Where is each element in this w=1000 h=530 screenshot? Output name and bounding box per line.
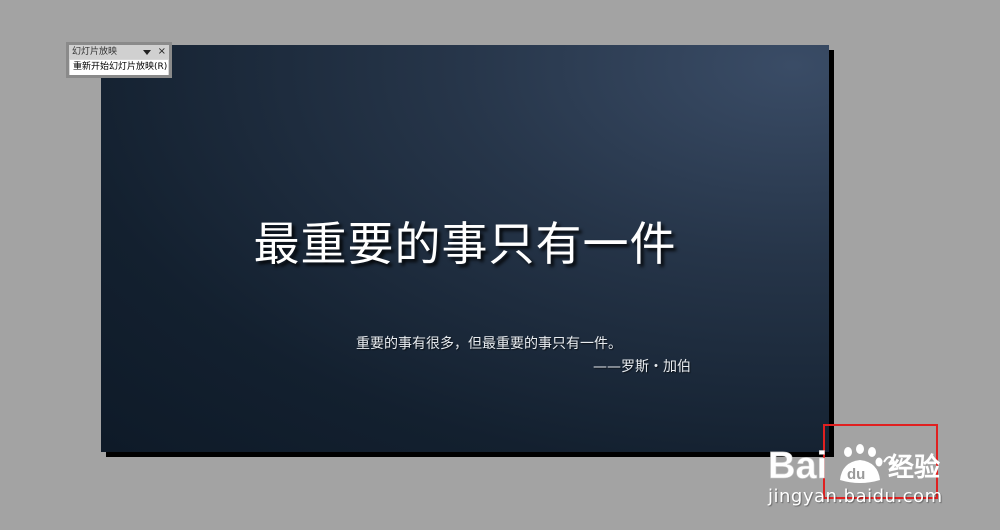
slideshow-toolbar[interactable]: 幻灯片放映 × 重新开始幻灯片放映(R) (66, 42, 172, 78)
close-icon[interactable]: × (158, 45, 166, 59)
dropdown-arrow-icon[interactable] (143, 50, 151, 55)
paw-icon: du (840, 444, 883, 483)
brand-cn: 经验 (888, 452, 940, 483)
slide-body-text: 重要的事有很多，但最重要的事只有一件。 (356, 336, 622, 352)
baidu-jingyan-logo: Bai du 经验 (768, 444, 940, 487)
toolbar-titlebar[interactable]: 幻灯片放映 × (69, 45, 169, 59)
toolbar-title: 幻灯片放映 (72, 47, 118, 57)
brand-latin: Bai (768, 445, 827, 487)
restart-slideshow-button[interactable]: 重新开始幻灯片放映(R) (70, 60, 168, 75)
watermark-domain: jingyan.baidu.com (768, 486, 943, 507)
slide-title: 最重要的事只有一件 (253, 217, 677, 271)
slide[interactable]: 最重要的事只有一件 重要的事有很多，但最重要的事只有一件。 ——罗斯・加伯 (101, 45, 829, 452)
brand-paw-letters: du (847, 466, 865, 483)
slide-attribution: ——罗斯・加伯 (593, 359, 691, 375)
